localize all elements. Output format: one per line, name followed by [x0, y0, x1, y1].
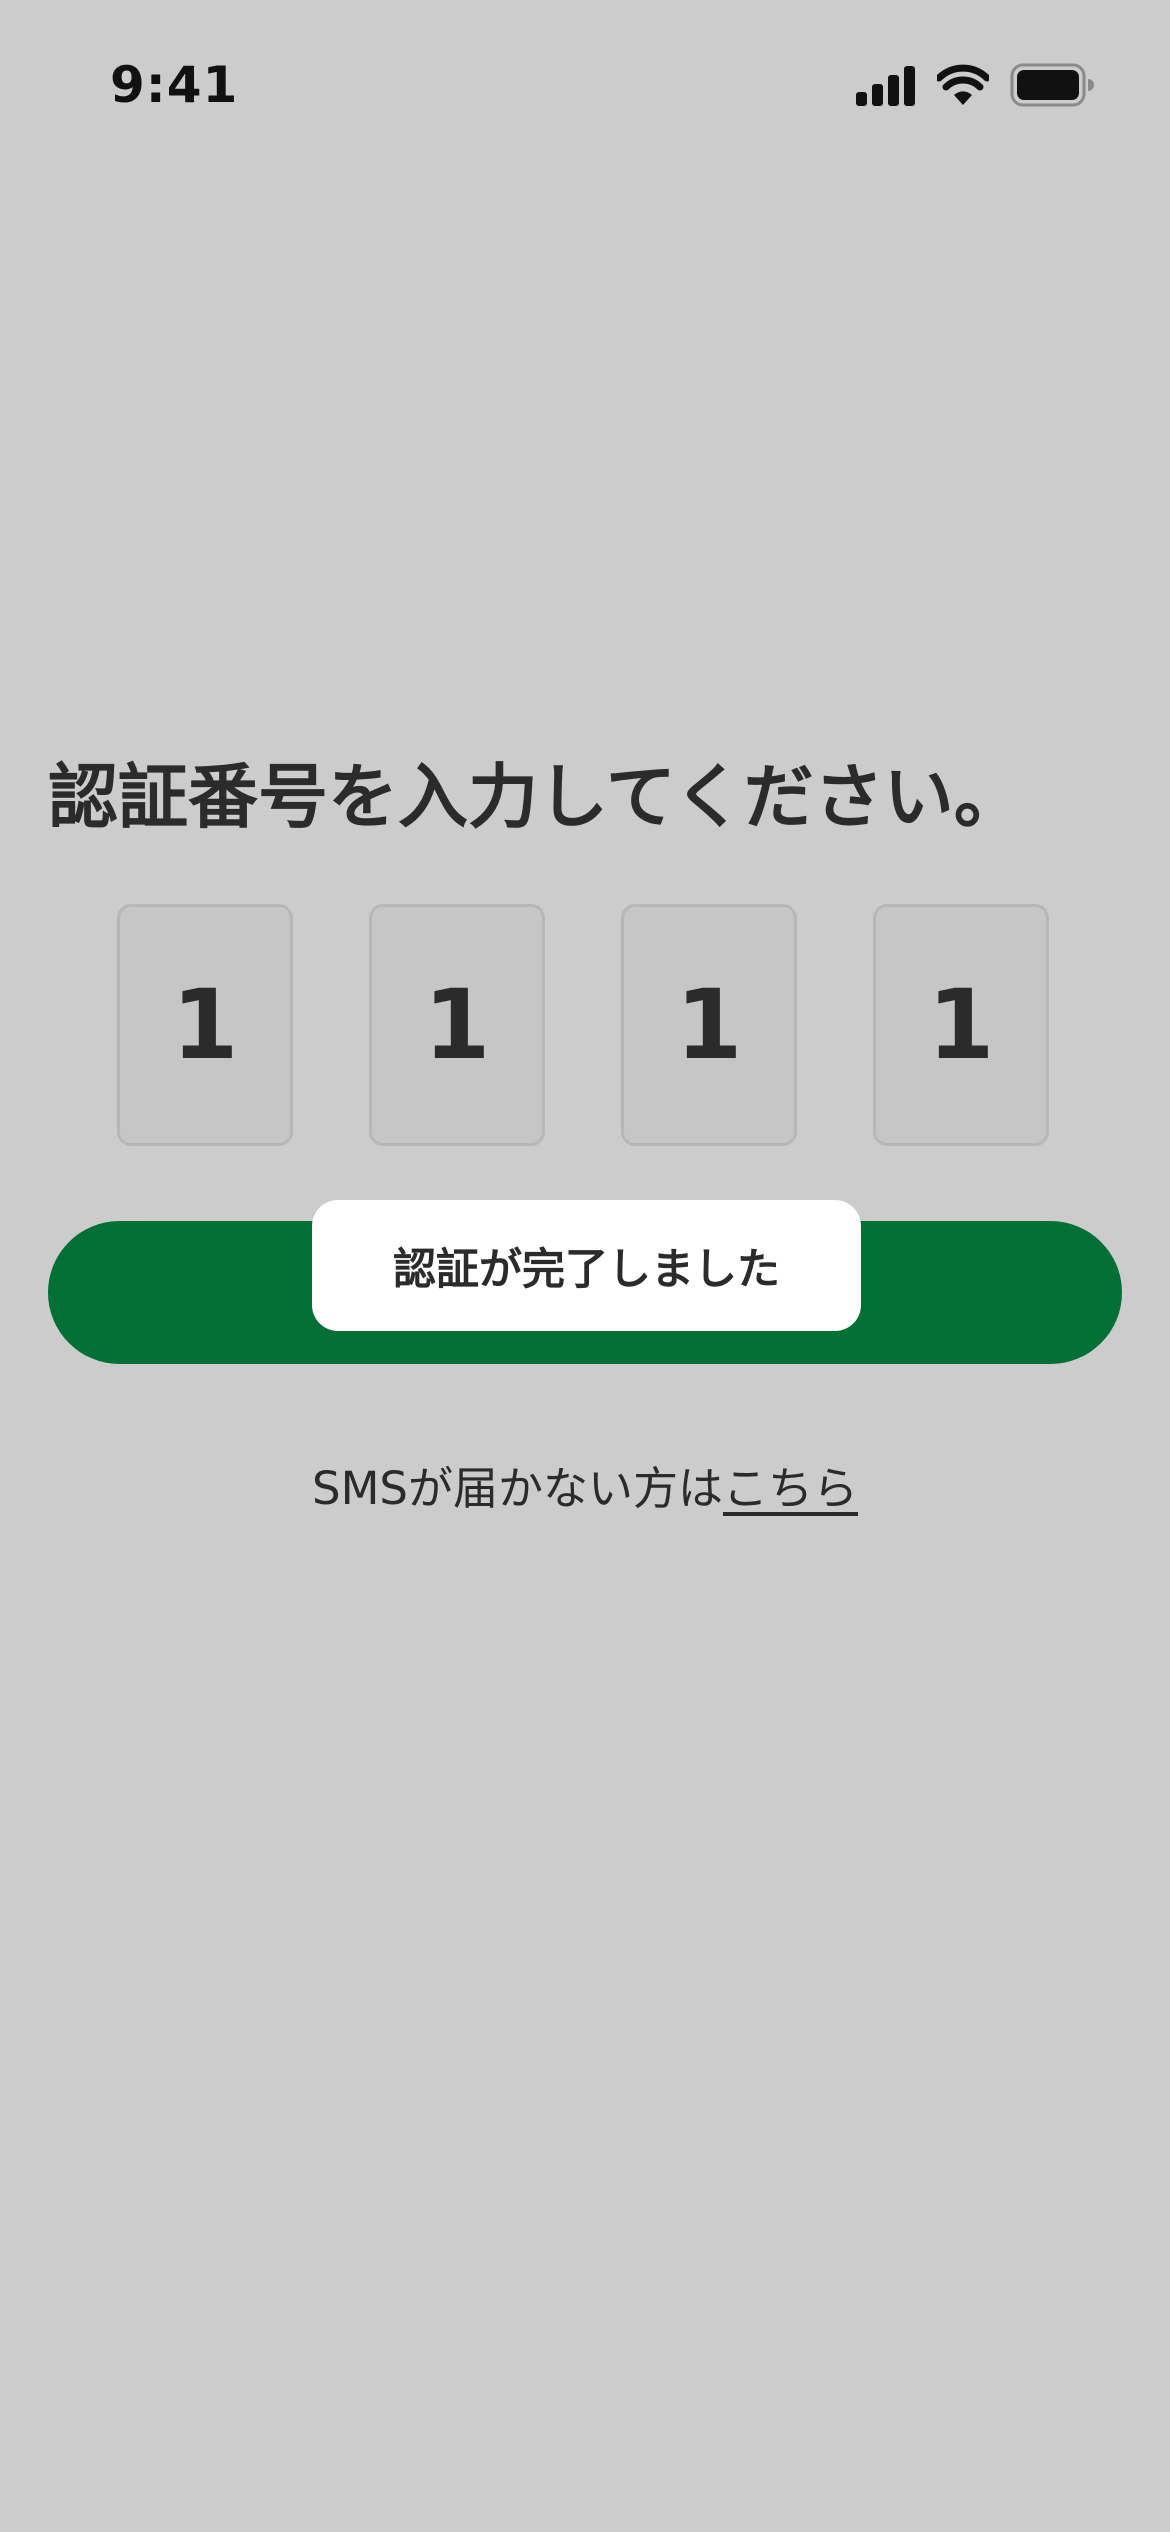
- status-time: 9:41: [110, 56, 239, 114]
- toast-message: 認証が完了しました: [312, 1200, 861, 1331]
- signal-icon: [856, 66, 915, 106]
- page-title: 認証番号を入力してください。: [48, 756, 1024, 838]
- sms-help-link[interactable]: こちら: [723, 1462, 858, 1515]
- wifi-icon: [937, 64, 989, 105]
- code-digit-input-2[interactable]: 1: [369, 904, 545, 1146]
- sms-help-text: SMSが届かない方は: [312, 1462, 723, 1515]
- sms-help: SMSが届かない方はこちら: [0, 1452, 1170, 1517]
- battery-icon: [1010, 63, 1094, 107]
- code-digit-input-3[interactable]: 1: [621, 904, 797, 1146]
- status-bar: 9:41: [0, 0, 1170, 150]
- code-digit-input-4[interactable]: 1: [873, 904, 1049, 1146]
- code-digit-input-1[interactable]: 1: [117, 904, 293, 1146]
